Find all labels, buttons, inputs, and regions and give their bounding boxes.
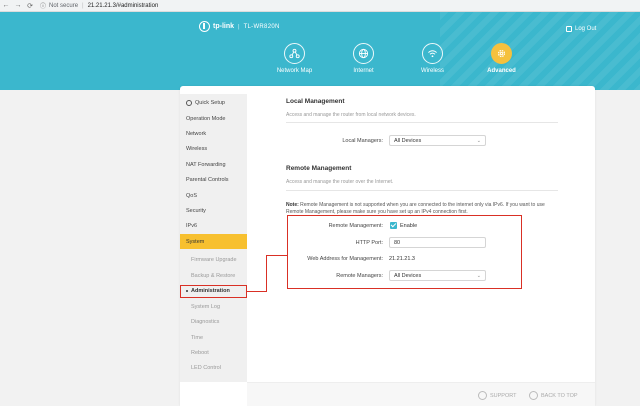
sidebar-item-label: Backup & Restore [191, 272, 236, 279]
sidebar-item-network[interactable]: Network [180, 126, 247, 141]
footer: SUPPORT BACK TO TOP [247, 382, 595, 406]
sidebar-item-label: System Log [191, 303, 221, 310]
sidebar-item-label: LED Control [191, 364, 221, 371]
back-to-top-link[interactable]: BACK TO TOP [529, 391, 578, 400]
sidebar-item-nat-forwarding[interactable]: NAT Forwarding [180, 157, 247, 172]
remote-management-desc: Access and manage the router over the In… [286, 179, 394, 185]
tab-label: Internet [353, 68, 374, 74]
logout-link[interactable]: Log Out [566, 26, 596, 32]
sidebar-item-label: Parental Controls [186, 176, 229, 183]
forward-button[interactable]: → [12, 2, 24, 9]
network-map-icon [284, 43, 305, 64]
url-text[interactable]: 21.21.21.3/#administration [88, 3, 159, 9]
logout-icon [566, 26, 572, 32]
info-icon[interactable]: ⓘ [40, 1, 46, 10]
note-text: Remote Management is not supported when … [286, 202, 545, 215]
sidebar-item-label: Reboot [191, 349, 209, 356]
gear-icon [491, 43, 512, 64]
reload-button[interactable]: ⟳ [24, 2, 36, 10]
not-secure-label: Not secure [49, 2, 79, 9]
main-tabs: Network Map Internet Wireless Advanced [260, 43, 536, 74]
tab-label: Wireless [420, 68, 444, 74]
connector-line [247, 291, 266, 292]
support-link[interactable]: SUPPORT [478, 391, 517, 400]
tp-link-logo-icon [199, 21, 210, 32]
back-to-top-label: BACK TO TOP [541, 392, 578, 399]
connector-line [266, 255, 287, 256]
local-managers-value: All Devices [394, 137, 422, 144]
remote-management-title: Remote Management [286, 165, 352, 172]
brand-name: tp-link [213, 23, 234, 30]
browser-toolbar: ← → ⟳ ⓘ Not secure | 21.21.21.3/#adminis… [0, 0, 640, 12]
tab-internet[interactable]: Internet [329, 43, 398, 74]
brand-separator: | [238, 23, 240, 30]
quick-setup-icon [186, 99, 192, 106]
url-separator: | [82, 2, 84, 9]
sidebar-item-label: Time [191, 334, 204, 341]
sidebar-item-label: Diagnostics [191, 318, 220, 325]
sidebar-item-diagnostics[interactable]: Diagnostics [180, 314, 247, 329]
address-bar[interactable]: ⓘ Not secure | 21.21.21.3/#administratio… [40, 1, 158, 11]
model-name: TL-WR820N [243, 23, 280, 30]
chevron-down-icon: ⌄ [476, 138, 481, 144]
sidebar-item-operation-mode[interactable]: Operation Mode [180, 111, 247, 126]
tab-wireless[interactable]: Wireless [398, 43, 467, 74]
connector-line [266, 255, 267, 292]
sidebar-item-system-log[interactable]: System Log [180, 299, 247, 314]
sidebar-item-label: IPv6 [186, 222, 198, 229]
router-header: tp-link | TL-WR820N Log Out Network Map … [0, 12, 640, 90]
local-management-desc: Access and manage the router from local … [286, 112, 416, 118]
sidebar-item-reboot[interactable]: Reboot [180, 345, 247, 360]
sidebar-item-label: QoS [186, 192, 198, 199]
wifi-icon [422, 43, 443, 64]
sidebar-item-ipv6[interactable]: IPv6 [180, 218, 247, 233]
logout-label: Log Out [575, 26, 597, 32]
divider [286, 190, 558, 191]
local-management-title: Local Management [286, 98, 345, 105]
sidebar-item-label: Quick Setup [195, 99, 225, 106]
arrow-up-icon [529, 391, 538, 400]
sidebar-item-label: Firmware Upgrade [191, 256, 237, 263]
sidebar-item-label: Network [186, 130, 207, 137]
sidebar-item-led-control[interactable]: LED Control [180, 360, 247, 375]
headset-icon [478, 391, 487, 400]
sidebar-item-time[interactable]: Time [180, 330, 247, 345]
tab-network-map[interactable]: Network Map [260, 43, 329, 74]
sidebar-item-system[interactable]: System [180, 234, 247, 249]
tab-advanced[interactable]: Advanced [467, 43, 536, 74]
sidebar-item-qos[interactable]: QoS [180, 188, 247, 203]
sidebar-item-label: Operation Mode [186, 115, 226, 122]
sidebar-item-quick-setup[interactable]: Quick Setup [180, 95, 247, 110]
sidebar-item-security[interactable]: Security [180, 203, 247, 218]
tab-label: Network Map [276, 68, 313, 74]
local-managers-label: Local Managers: [342, 138, 383, 144]
globe-icon [353, 43, 374, 64]
note-label: Note: [286, 202, 299, 208]
sidebar-item-wireless[interactable]: Wireless [180, 141, 247, 156]
sidebar-item-parental-controls[interactable]: Parental Controls [180, 172, 247, 187]
sidebar-item-label: NAT Forwarding [186, 161, 226, 168]
support-label: SUPPORT [490, 392, 517, 399]
divider [286, 122, 558, 123]
administration-highlight [180, 285, 247, 298]
tab-label: Advanced [487, 68, 516, 74]
back-button[interactable]: ← [0, 2, 12, 9]
sidebar-item-label: Wireless [186, 145, 208, 152]
sidebar-item-label: Security [186, 207, 206, 214]
sidebar-item-firmware-upgrade[interactable]: Firmware Upgrade [180, 252, 247, 267]
sidebar-item-backup-restore[interactable]: Backup & Restore [180, 268, 247, 283]
brand: tp-link | TL-WR820N [199, 21, 280, 32]
remote-settings-highlight [287, 215, 522, 289]
sidebar-item-label: System [186, 238, 205, 245]
sidebar: Quick Setup Operation Mode Network Wirel… [180, 94, 247, 382]
local-managers-select[interactable]: All Devices ⌄ [389, 135, 486, 146]
remote-management-note: Note: Remote Management is not supported… [286, 202, 558, 216]
